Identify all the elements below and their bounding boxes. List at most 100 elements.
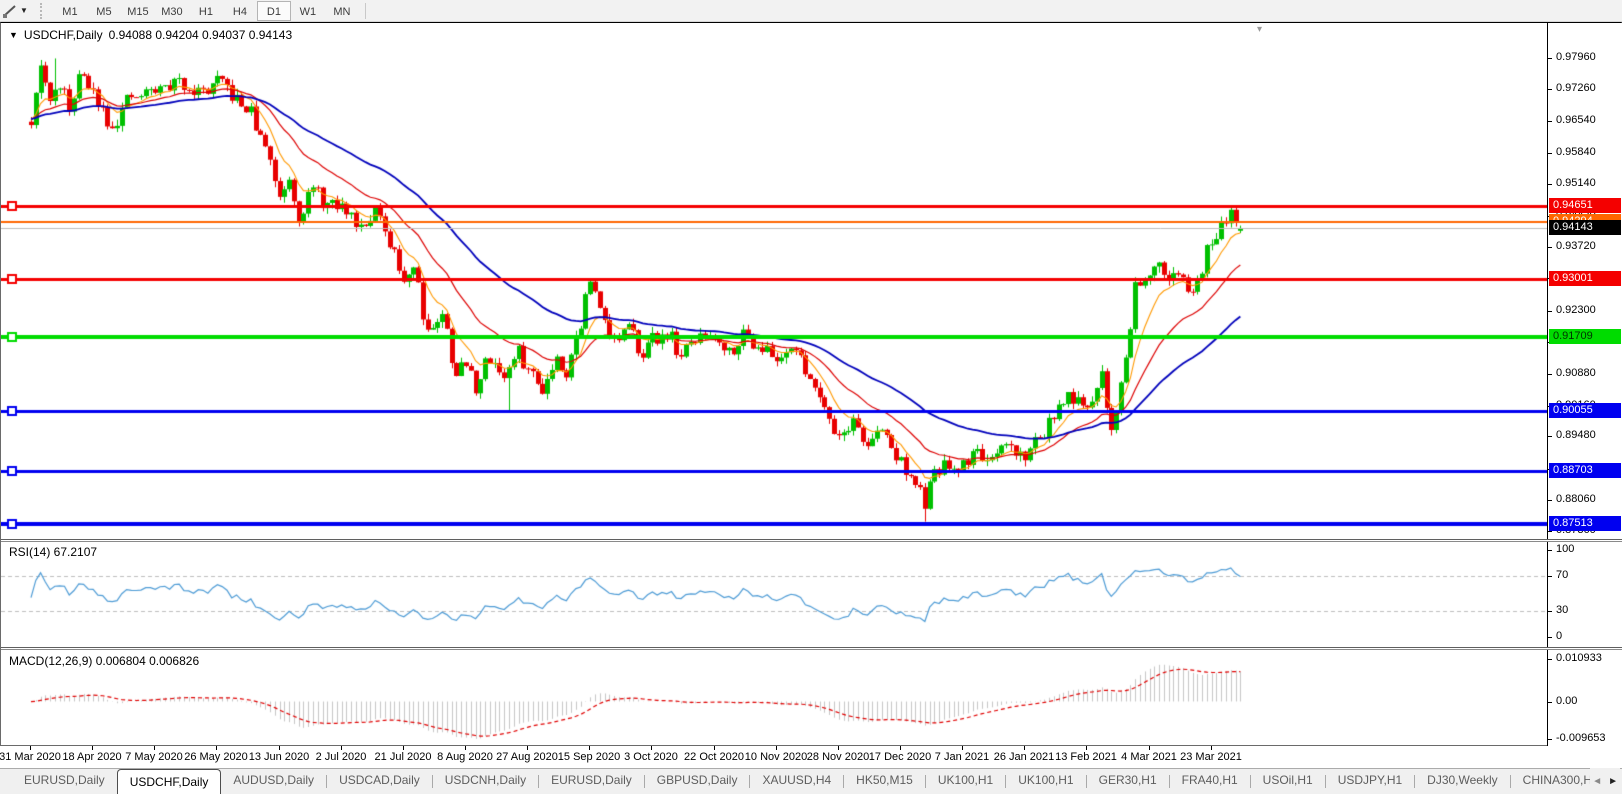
date-axis-label: 28 Nov 2020 — [807, 751, 869, 763]
chart-area: ▼ USDCHF,Daily 0.94088 0.94204 0.94037 0… — [0, 22, 1622, 746]
date-axis-label: 15 Sep 2020 — [558, 751, 620, 763]
macd-axis-tick: 0.00 — [1556, 695, 1577, 707]
triangle-down-icon[interactable]: ▼ — [9, 30, 18, 40]
date-axis-tickmark — [962, 746, 963, 750]
price-level-label[interactable]: 0.94143 — [1549, 220, 1621, 235]
date-axis-label: 4 Mar 2021 — [1121, 751, 1177, 763]
date-axis-tickmark — [1211, 746, 1212, 750]
trendline-tool-icon[interactable] — [0, 2, 20, 20]
date-axis-label: 17 Dec 2020 — [869, 751, 931, 763]
price-level-label[interactable]: 0.91709 — [1549, 329, 1621, 344]
rsi-axis-tickmark — [1548, 576, 1552, 577]
date-axis-tickmark — [216, 746, 217, 750]
price-axis-tickmark — [1548, 247, 1552, 248]
symbol-tab-usdchf-daily[interactable]: USDCHF,Daily — [117, 769, 222, 794]
price-level-label[interactable]: 0.93001 — [1549, 271, 1621, 286]
macd-axis-tickmark — [1548, 739, 1552, 740]
date-axis-tickmark — [465, 746, 466, 750]
date-axis-tickmark — [92, 746, 93, 750]
macd-axis-tick: 0.010933 — [1556, 652, 1602, 664]
rsi-axis-tick: 100 — [1556, 543, 1574, 555]
date-axis-label: 22 Oct 2020 — [684, 751, 744, 763]
timeframe-buttons: M1M5M15M30H1H4D1W1MN — [53, 1, 359, 21]
rsi-indicator-label: RSI(14) 67.2107 — [9, 545, 97, 559]
price-axis-tick: 0.97960 — [1556, 51, 1596, 63]
symbol-tab-hk50-m15[interactable]: HK50,M15 — [844, 768, 925, 794]
rsi-axis-tick: 30 — [1556, 604, 1568, 616]
tab-scroll-right-button[interactable]: ► — [1608, 776, 1618, 787]
date-axis-label: 13 Jun 2020 — [249, 751, 310, 763]
price-axis-tickmark — [1548, 58, 1552, 59]
price-level-label[interactable]: 0.90055 — [1549, 403, 1621, 418]
symbol-tab-usdcad-daily[interactable]: USDCAD,Daily — [327, 768, 432, 794]
tab-scroll-left-button[interactable]: ◄ — [1592, 776, 1602, 787]
date-axis-tickmark — [714, 746, 715, 750]
date-axis-tickmark — [1149, 746, 1150, 750]
chevron-down-icon[interactable]: ▼ — [20, 6, 28, 15]
symbol-tab-usdcnh-daily[interactable]: USDCNH,Daily — [433, 768, 538, 794]
tab-scroll-buttons: ◄ ► — [1590, 768, 1620, 794]
symbol-tab-dj30-weekly[interactable]: DJ30,Weekly — [1415, 768, 1509, 794]
symbol-tab-uk100-h1[interactable]: UK100,H1 — [1006, 768, 1085, 794]
timeframe-button-h4[interactable]: H4 — [223, 1, 257, 21]
price-axis-tick: 0.93720 — [1556, 240, 1596, 252]
date-axis[interactable]: 31 Mar 202018 Apr 20207 May 202026 May 2… — [0, 746, 1622, 768]
timeframe-button-m15[interactable]: M15 — [121, 1, 155, 21]
timeframe-toolbar: ▼ M1M5M15M30H1H4D1W1MN — [0, 0, 1622, 22]
timeframe-button-mn[interactable]: MN — [325, 1, 359, 21]
price-axis-tickmark — [1548, 153, 1552, 154]
symbol-tab-gbpusd-daily[interactable]: GBPUSD,Daily — [645, 768, 750, 794]
date-axis-label: 31 Mar 2020 — [0, 751, 61, 763]
symbol-tab-audusd-daily[interactable]: AUDUSD,Daily — [221, 768, 326, 794]
symbol-tab-usdjpy-h1[interactable]: USDJPY,H1 — [1326, 768, 1414, 794]
price-chart-canvas[interactable] — [1, 23, 1547, 747]
timeframe-button-m1[interactable]: M1 — [53, 1, 87, 21]
price-level-label[interactable]: 0.88703 — [1549, 463, 1621, 478]
date-axis-label: 13 Feb 2021 — [1055, 751, 1117, 763]
date-axis-label: 3 Oct 2020 — [624, 751, 678, 763]
toolbar-grip — [40, 3, 45, 19]
symbol-tab-fra40-h1[interactable]: FRA40,H1 — [1170, 768, 1250, 794]
date-axis-tickmark — [1024, 746, 1025, 750]
date-axis-tickmark — [651, 746, 652, 750]
symbol-tab-eurusd-daily[interactable]: EURUSD,Daily — [12, 768, 117, 794]
date-axis-label: 27 Aug 2020 — [496, 751, 558, 763]
price-axis-tickmark — [1548, 184, 1552, 185]
timeframe-button-d1[interactable]: D1 — [257, 1, 291, 21]
chart-shift-marker-icon[interactable]: ▾ — [1257, 25, 1262, 35]
date-axis-label: 21 Jul 2020 — [375, 751, 432, 763]
toolbar-separator — [365, 3, 366, 19]
date-axis-label: 2 Jul 2020 — [316, 751, 367, 763]
macd-indicator-label: MACD(12,26,9) 0.006804 0.006826 — [9, 654, 199, 668]
date-axis-label: 26 May 2020 — [184, 751, 248, 763]
price-level-label[interactable]: 0.87513 — [1549, 516, 1621, 531]
price-level-label[interactable]: 0.94651 — [1549, 198, 1621, 213]
price-axis-tickmark — [1548, 531, 1552, 532]
price-axis-tickmark — [1548, 89, 1552, 90]
symbol-tab-ger30-h1[interactable]: GER30,H1 — [1087, 768, 1169, 794]
symbol-tab-eurusd-daily[interactable]: EURUSD,Daily — [539, 768, 644, 794]
symbol-tab-xauusd-h4[interactable]: XAUUSD,H4 — [750, 768, 843, 794]
panel-splitter[interactable] — [1, 647, 1622, 650]
symbol-tab-usoil-h1[interactable]: USOil,H1 — [1251, 768, 1325, 794]
price-axis-tickmark — [1548, 374, 1552, 375]
date-axis-tickmark — [838, 746, 839, 750]
timeframe-button-h1[interactable]: H1 — [189, 1, 223, 21]
price-axis[interactable]: 0.979600.972600.965400.958400.951400.944… — [1547, 23, 1622, 747]
price-axis-tick: 0.88060 — [1556, 493, 1596, 505]
price-axis-tick: 0.97260 — [1556, 82, 1596, 94]
timeframe-button-m30[interactable]: M30 — [155, 1, 189, 21]
symbol-tab-uk100-h1[interactable]: UK100,H1 — [926, 768, 1005, 794]
date-axis-label: 10 Nov 2020 — [745, 751, 807, 763]
date-axis-tickmark — [30, 746, 31, 750]
timeframe-button-w1[interactable]: W1 — [291, 1, 325, 21]
price-axis-tick: 0.90880 — [1556, 367, 1596, 379]
price-axis-tickmark — [1548, 311, 1552, 312]
date-axis-tickmark — [1086, 746, 1087, 750]
date-axis-tickmark — [527, 746, 528, 750]
panel-splitter[interactable] — [1, 539, 1622, 542]
timeframe-button-m5[interactable]: M5 — [87, 1, 121, 21]
macd-axis-tickmark — [1548, 659, 1552, 660]
date-axis-label: 18 Apr 2020 — [62, 751, 121, 763]
rsi-axis-tickmark — [1548, 611, 1552, 612]
